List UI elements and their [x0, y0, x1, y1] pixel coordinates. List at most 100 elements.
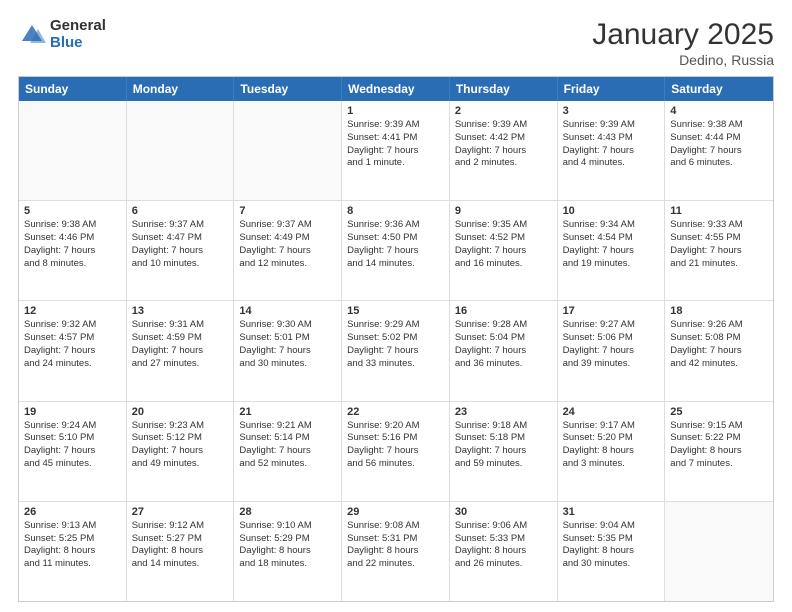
- cell-line: Sunset: 4:54 PM: [563, 232, 660, 245]
- cell-line: Sunset: 4:47 PM: [132, 232, 229, 245]
- cell-line: and 6 minutes.: [670, 157, 768, 170]
- cell-line: Daylight: 8 hours: [563, 545, 660, 558]
- cell-line: Sunrise: 9:20 AM: [347, 420, 444, 433]
- cell-line: Daylight: 7 hours: [670, 245, 768, 258]
- calendar-cell: 17Sunrise: 9:27 AMSunset: 5:06 PMDayligh…: [558, 301, 666, 400]
- cell-line: Daylight: 7 hours: [239, 445, 336, 458]
- cell-line: Sunset: 4:42 PM: [455, 132, 552, 145]
- cell-line: Sunset: 4:49 PM: [239, 232, 336, 245]
- cell-line: Sunset: 5:18 PM: [455, 432, 552, 445]
- cell-line: Daylight: 8 hours: [455, 545, 552, 558]
- cell-line: Sunset: 5:29 PM: [239, 533, 336, 546]
- day-number: 21: [239, 406, 336, 418]
- calendar-cell: 12Sunrise: 9:32 AMSunset: 4:57 PMDayligh…: [19, 301, 127, 400]
- cell-line: and 16 minutes.: [455, 258, 552, 271]
- calendar-cell: 19Sunrise: 9:24 AMSunset: 5:10 PMDayligh…: [19, 402, 127, 501]
- cell-line: Sunset: 5:33 PM: [455, 533, 552, 546]
- calendar-row: 5Sunrise: 9:38 AMSunset: 4:46 PMDaylight…: [19, 201, 773, 301]
- cell-line: Daylight: 7 hours: [455, 345, 552, 358]
- cell-line: Daylight: 7 hours: [239, 345, 336, 358]
- cell-line: Daylight: 8 hours: [239, 545, 336, 558]
- cell-line: Sunset: 5:20 PM: [563, 432, 660, 445]
- cell-line: and 27 minutes.: [132, 358, 229, 371]
- cell-line: Daylight: 7 hours: [563, 345, 660, 358]
- weekday-header: Wednesday: [342, 77, 450, 101]
- weekday-header: Thursday: [450, 77, 558, 101]
- cell-line: and 59 minutes.: [455, 458, 552, 471]
- cell-line: Sunset: 5:25 PM: [24, 533, 121, 546]
- title-area: January 2025 Dedino, Russia: [592, 18, 774, 68]
- cell-line: Sunset: 4:52 PM: [455, 232, 552, 245]
- calendar-row: 12Sunrise: 9:32 AMSunset: 4:57 PMDayligh…: [19, 301, 773, 401]
- calendar-cell: 31Sunrise: 9:04 AMSunset: 5:35 PMDayligh…: [558, 502, 666, 601]
- day-number: 27: [132, 506, 229, 518]
- cell-line: and 33 minutes.: [347, 358, 444, 371]
- weekday-header: Monday: [127, 77, 235, 101]
- cell-line: Sunset: 5:10 PM: [24, 432, 121, 445]
- day-number: 3: [563, 105, 660, 117]
- cell-line: Sunrise: 9:08 AM: [347, 520, 444, 533]
- cell-line: Sunset: 5:08 PM: [670, 332, 768, 345]
- cell-line: Sunrise: 9:34 AM: [563, 219, 660, 232]
- weekday-header: Friday: [558, 77, 666, 101]
- logo: General Blue: [18, 18, 106, 51]
- cell-line: Sunrise: 9:21 AM: [239, 420, 336, 433]
- calendar-cell: 23Sunrise: 9:18 AMSunset: 5:18 PMDayligh…: [450, 402, 558, 501]
- calendar-cell: 18Sunrise: 9:26 AMSunset: 5:08 PMDayligh…: [665, 301, 773, 400]
- calendar-cell: [127, 101, 235, 200]
- cell-line: Daylight: 7 hours: [563, 145, 660, 158]
- cell-line: Daylight: 8 hours: [563, 445, 660, 458]
- day-number: 5: [24, 205, 121, 217]
- day-number: 9: [455, 205, 552, 217]
- day-number: 19: [24, 406, 121, 418]
- cell-line: and 1 minute.: [347, 157, 444, 170]
- cell-line: Daylight: 8 hours: [670, 445, 768, 458]
- cell-line: Sunset: 5:31 PM: [347, 533, 444, 546]
- day-number: 18: [670, 305, 768, 317]
- cell-line: Sunset: 4:57 PM: [24, 332, 121, 345]
- day-number: 23: [455, 406, 552, 418]
- cell-line: Sunset: 5:27 PM: [132, 533, 229, 546]
- cell-line: Sunrise: 9:30 AM: [239, 319, 336, 332]
- cell-line: Sunrise: 9:29 AM: [347, 319, 444, 332]
- calendar-cell: 11Sunrise: 9:33 AMSunset: 4:55 PMDayligh…: [665, 201, 773, 300]
- cell-line: Sunset: 4:50 PM: [347, 232, 444, 245]
- cell-line: Sunrise: 9:37 AM: [239, 219, 336, 232]
- cell-line: Sunset: 4:41 PM: [347, 132, 444, 145]
- calendar-cell: 3 Sunrise: 9:39 AMSunset: 4:43 PMDaylight…: [558, 101, 666, 200]
- calendar-cell: 7Sunrise: 9:37 AMSunset: 4:49 PMDaylight…: [234, 201, 342, 300]
- cell-line: Daylight: 7 hours: [132, 445, 229, 458]
- cell-line: Sunrise: 9:39 AM: [563, 119, 660, 132]
- day-number: 12: [24, 305, 121, 317]
- calendar-row: 26Sunrise: 9:13 AMSunset: 5:25 PMDayligh…: [19, 502, 773, 601]
- cell-line: Sunrise: 9:38 AM: [670, 119, 768, 132]
- calendar: SundayMondayTuesdayWednesdayThursdayFrid…: [18, 76, 774, 602]
- cell-line: Sunrise: 9:17 AM: [563, 420, 660, 433]
- cell-line: and 14 minutes.: [347, 258, 444, 271]
- header: General Blue January 2025 Dedino, Russia: [18, 18, 774, 68]
- day-number: 30: [455, 506, 552, 518]
- day-number: 1: [347, 105, 444, 117]
- cell-line: Daylight: 7 hours: [455, 145, 552, 158]
- day-number: 17: [563, 305, 660, 317]
- calendar-cell: 27Sunrise: 9:12 AMSunset: 5:27 PMDayligh…: [127, 502, 235, 601]
- cell-line: and 26 minutes.: [455, 558, 552, 571]
- cell-line: Sunrise: 9:10 AM: [239, 520, 336, 533]
- cell-line: Daylight: 7 hours: [132, 245, 229, 258]
- cell-line: and 21 minutes.: [670, 258, 768, 271]
- calendar-cell: 20Sunrise: 9:23 AMSunset: 5:12 PMDayligh…: [127, 402, 235, 501]
- cell-line: Daylight: 7 hours: [347, 445, 444, 458]
- calendar-cell: 22Sunrise: 9:20 AMSunset: 5:16 PMDayligh…: [342, 402, 450, 501]
- cell-line: Sunset: 4:43 PM: [563, 132, 660, 145]
- cell-line: and 12 minutes.: [239, 258, 336, 271]
- cell-line: and 19 minutes.: [563, 258, 660, 271]
- cell-line: and 22 minutes.: [347, 558, 444, 571]
- cell-line: and 52 minutes.: [239, 458, 336, 471]
- logo-text: General Blue: [50, 18, 106, 51]
- cell-line: Sunset: 4:55 PM: [670, 232, 768, 245]
- calendar-header: SundayMondayTuesdayWednesdayThursdayFrid…: [19, 77, 773, 101]
- calendar-cell: 6Sunrise: 9:37 AMSunset: 4:47 PMDaylight…: [127, 201, 235, 300]
- calendar-cell: 16Sunrise: 9:28 AMSunset: 5:04 PMDayligh…: [450, 301, 558, 400]
- cell-line: Sunset: 4:59 PM: [132, 332, 229, 345]
- day-number: 2: [455, 105, 552, 117]
